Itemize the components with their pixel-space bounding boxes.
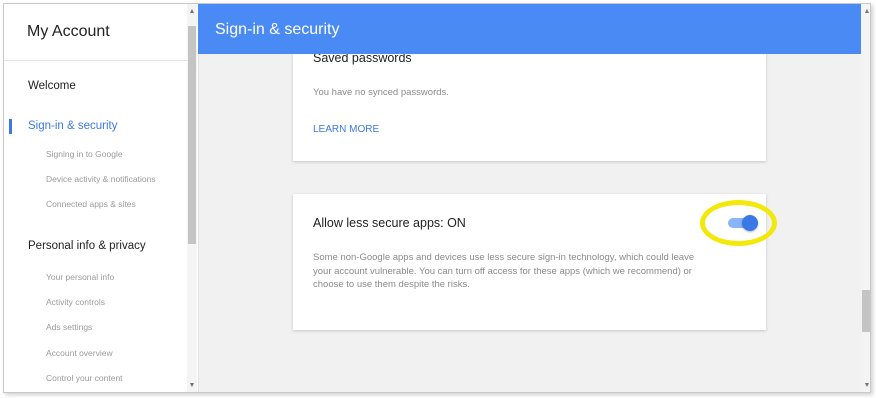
less-secure-apps-text: Some non-Google apps and devices use les… — [313, 252, 695, 290]
nav-item-connected-apps[interactable]: Connected apps & sites — [46, 199, 136, 209]
sidebar-scrollbar[interactable]: ▲ ▼ — [187, 4, 197, 392]
nav-item-activity-controls[interactable]: Activity controls — [46, 297, 105, 307]
saved-passwords-text: You have no synced passwords. — [313, 87, 449, 98]
nav-section-welcome[interactable]: Welcome — [28, 80, 76, 92]
active-nav-indicator — [9, 119, 12, 134]
learn-more-link[interactable]: LEARN MORE — [313, 124, 379, 135]
nav-item-personal-info[interactable]: Your personal info — [46, 272, 114, 282]
sidebar-title: My Account — [27, 23, 110, 40]
main-scrollbar[interactable]: ▲ ▼ — [861, 4, 870, 392]
scroll-up-icon[interactable]: ▲ — [187, 8, 197, 16]
scroll-down-icon[interactable]: ▼ — [187, 382, 197, 390]
main-scroll-thumb[interactable] — [862, 290, 870, 332]
nav-item-device-activity[interactable]: Device activity & notifications — [46, 174, 156, 184]
nav-item-control-content[interactable]: Control your content — [46, 373, 123, 383]
sidebar-header: My Account — [4, 4, 190, 61]
page-header-overlay: Sign-in & security — [198, 4, 861, 54]
sidebar-scroll-thumb[interactable] — [188, 26, 196, 244]
scroll-down-icon[interactable]: ▼ — [862, 382, 870, 390]
nav-item-signing-in[interactable]: Signing in to Google — [46, 149, 123, 159]
nav-item-account-overview[interactable]: Account overview — [46, 348, 113, 358]
browser-window: My Account Welcome Sign-in & security Si… — [3, 3, 871, 393]
less-secure-apps-card: Allow less secure apps: ON Some non-Goog… — [293, 194, 766, 330]
sidebar: My Account Welcome Sign-in & security Si… — [4, 4, 199, 392]
nav-item-ads-settings[interactable]: Ads settings — [46, 322, 92, 332]
nav-section-personal-info[interactable]: Personal info & privacy — [28, 240, 146, 252]
highlight-ring — [700, 200, 777, 246]
scroll-up-icon[interactable]: ▲ — [862, 8, 870, 16]
less-secure-apps-heading: Allow less secure apps: ON — [313, 216, 466, 230]
page-title-overlay: Sign-in & security — [215, 21, 340, 38]
nav-section-sign-in-security[interactable]: Sign-in & security — [28, 120, 117, 132]
